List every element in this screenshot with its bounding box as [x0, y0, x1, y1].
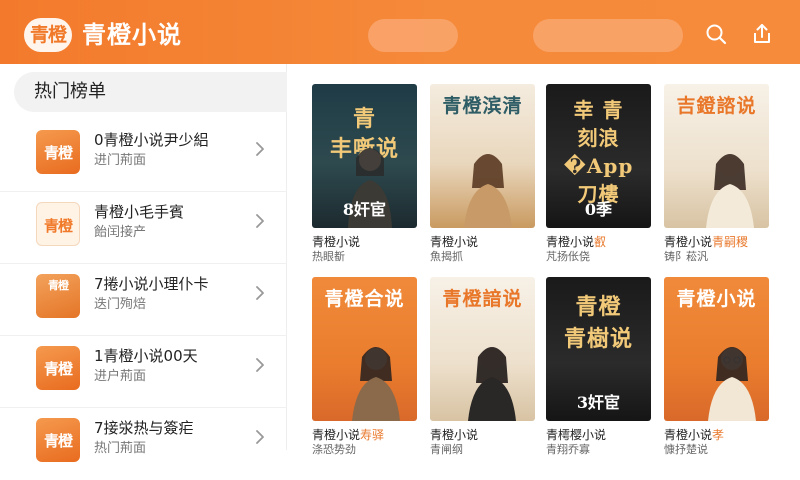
app-title: 青橙小说: [82, 21, 182, 49]
book-subtitle: 涤恐势劲: [312, 443, 356, 456]
cover-title: 青橙滨清: [442, 95, 523, 117]
book-title-main: 青橙小说: [546, 235, 595, 249]
cover-title: 青橙諳说: [442, 288, 523, 310]
cover-figure: [708, 347, 756, 421]
ranking-item[interactable]: 青橙 7捲小说小理仆卡 迭门殉焙: [0, 264, 287, 336]
sidebar-heading-label: 热门榜单: [34, 81, 106, 102]
chevron-right-icon: [256, 142, 264, 156]
ranking-item-subtitle: 飴闰接产: [94, 225, 147, 240]
ranking-item-thumbnail: 青橙: [36, 202, 80, 246]
ranking-item[interactable]: 青橙 1青橙小说00天 进户荊面: [0, 336, 287, 408]
ranking-item[interactable]: 青橙 0青橙小说尹少絽 进门荊面: [0, 120, 287, 192]
cover-subtitle: 8奸宦: [342, 200, 387, 219]
cover-title: 幸 青 刻浪�App 刀樓: [563, 98, 634, 206]
book-title-main: 青橙小说: [664, 428, 713, 442]
book-cover[interactable]: 青橙諳说: [430, 277, 535, 421]
search-icon[interactable]: [704, 22, 728, 46]
book-cover[interactable]: 青橙小说: [664, 277, 769, 421]
ranking-item-title: 1青橙小说00天: [94, 347, 198, 365]
ranking-item-subtitle: 进门荊面: [94, 153, 147, 168]
book-title-highlight: 孝: [712, 428, 725, 442]
book-title: 青橙小说孝: [664, 427, 724, 443]
app-logo[interactable]: 青橙: [24, 18, 72, 52]
book-cover[interactable]: 幸 青 刻浪�App 刀樓 0季: [546, 84, 651, 228]
book-title-main: 青樗樱小说: [546, 428, 607, 442]
header-tab-placeholder-1[interactable]: [368, 19, 458, 52]
chevron-right-icon: [256, 430, 264, 444]
cover-subtitle: 3奸宦: [576, 393, 621, 412]
book-title-highlight: 寿驿: [360, 428, 385, 442]
book-subtitle: 铸阝菘汎: [664, 250, 708, 263]
book-title: 青樗樱小说: [546, 427, 606, 443]
ranking-item-thumbnail: 青橙: [36, 418, 80, 462]
book-title: 青橙小说寿驿: [312, 427, 384, 443]
book-subtitle: 芃扬伥侥: [546, 250, 590, 263]
ranking-list: 青橙 0青橙小说尹少絽 进门荊面 青橙 青橙小毛手賓 飴闰接产 青橙 7捲小说小…: [0, 120, 287, 480]
book-subtitle: 青翔乔寡: [546, 443, 590, 456]
book-title-main: 青橙小说: [312, 235, 361, 249]
cover-subtitle: 0季: [584, 200, 613, 219]
book-subtitle: 青闸纲: [430, 443, 463, 456]
book-cover[interactable]: 青橙合说: [312, 277, 417, 421]
share-icon[interactable]: [750, 22, 774, 46]
book-title-main: 青橙小说: [430, 235, 479, 249]
header-search-bar[interactable]: [533, 19, 683, 52]
book-title-main: 青橙小说: [312, 428, 361, 442]
book-cover[interactable]: 吉鐙諮说: [664, 84, 769, 228]
ranking-sidebar: 热门榜单 青橙 0青橙小说尹少絽 进门荊面 青橙 青橙小毛手賓 飴闰接产 青橙 …: [0, 64, 287, 462]
book-title: 青橙小说: [312, 234, 360, 250]
book-subtitle: 热眼斱: [312, 250, 345, 263]
book-cover[interactable]: 青 丰噺说 8奸宦: [312, 84, 417, 228]
cover-figure: [706, 154, 754, 228]
book-title: 青橙小说: [430, 234, 478, 250]
cover-figure: [352, 347, 400, 421]
ranking-item-subtitle: 进户荊面: [94, 369, 147, 384]
cover-figure: [464, 154, 512, 228]
ranking-item-title: 0青橙小说尹少絽: [94, 131, 209, 149]
cover-title: 青橙合说: [324, 288, 405, 310]
ranking-item[interactable]: 青橙 青橙小毛手賓 飴闰接产: [0, 192, 287, 264]
ranking-item-thumbnail: 青橙: [36, 274, 80, 318]
book-subtitle: 慷抒楚说: [664, 443, 708, 456]
book-title: 青橙小说青嗣稷: [664, 234, 748, 250]
ranking-item-subtitle: 热门荊面: [94, 441, 147, 456]
book-subtitle: 魚揭抓: [430, 250, 463, 263]
book-title: 青橙小说叡: [546, 234, 606, 250]
app-header: 青橙 青橙小说: [0, 0, 800, 64]
chevron-right-icon: [256, 214, 264, 228]
book-cover[interactable]: 青橙 青樹说 3奸宦: [546, 277, 651, 421]
ranking-item-title: 青橙小毛手賓: [94, 203, 185, 221]
book-title-highlight: 叡: [594, 235, 607, 249]
cover-figure: [468, 347, 516, 421]
book-title-main: 青橙小说: [430, 428, 479, 442]
cover-title: 青橙小说: [676, 288, 757, 310]
chevron-right-icon: [256, 286, 264, 300]
cover-title: 青橙 青樹说: [563, 294, 633, 352]
sidebar-heading[interactable]: 热门榜单: [14, 72, 287, 112]
ranking-item-title: 7接泶热与簽疟: [94, 419, 194, 437]
book-title-highlight: 青嗣稷: [712, 235, 749, 249]
ranking-item-title: 7捲小说小理仆卡: [94, 275, 209, 293]
book-cover[interactable]: 青橙滨清: [430, 84, 535, 228]
ranking-item[interactable]: 青橙 7接泶热与簽疟 热门荊面: [0, 408, 287, 480]
book-title: 青橙小说: [430, 427, 478, 443]
book-title-main: 青橙小说: [664, 235, 713, 249]
chevron-right-icon: [256, 358, 264, 372]
ranking-item-subtitle: 迭门殉焙: [94, 297, 147, 312]
ranking-item-thumbnail: 青橙: [36, 346, 80, 390]
ranking-item-thumbnail: 青橙: [36, 130, 80, 174]
cover-title: 吉鐙諮说: [676, 95, 757, 117]
